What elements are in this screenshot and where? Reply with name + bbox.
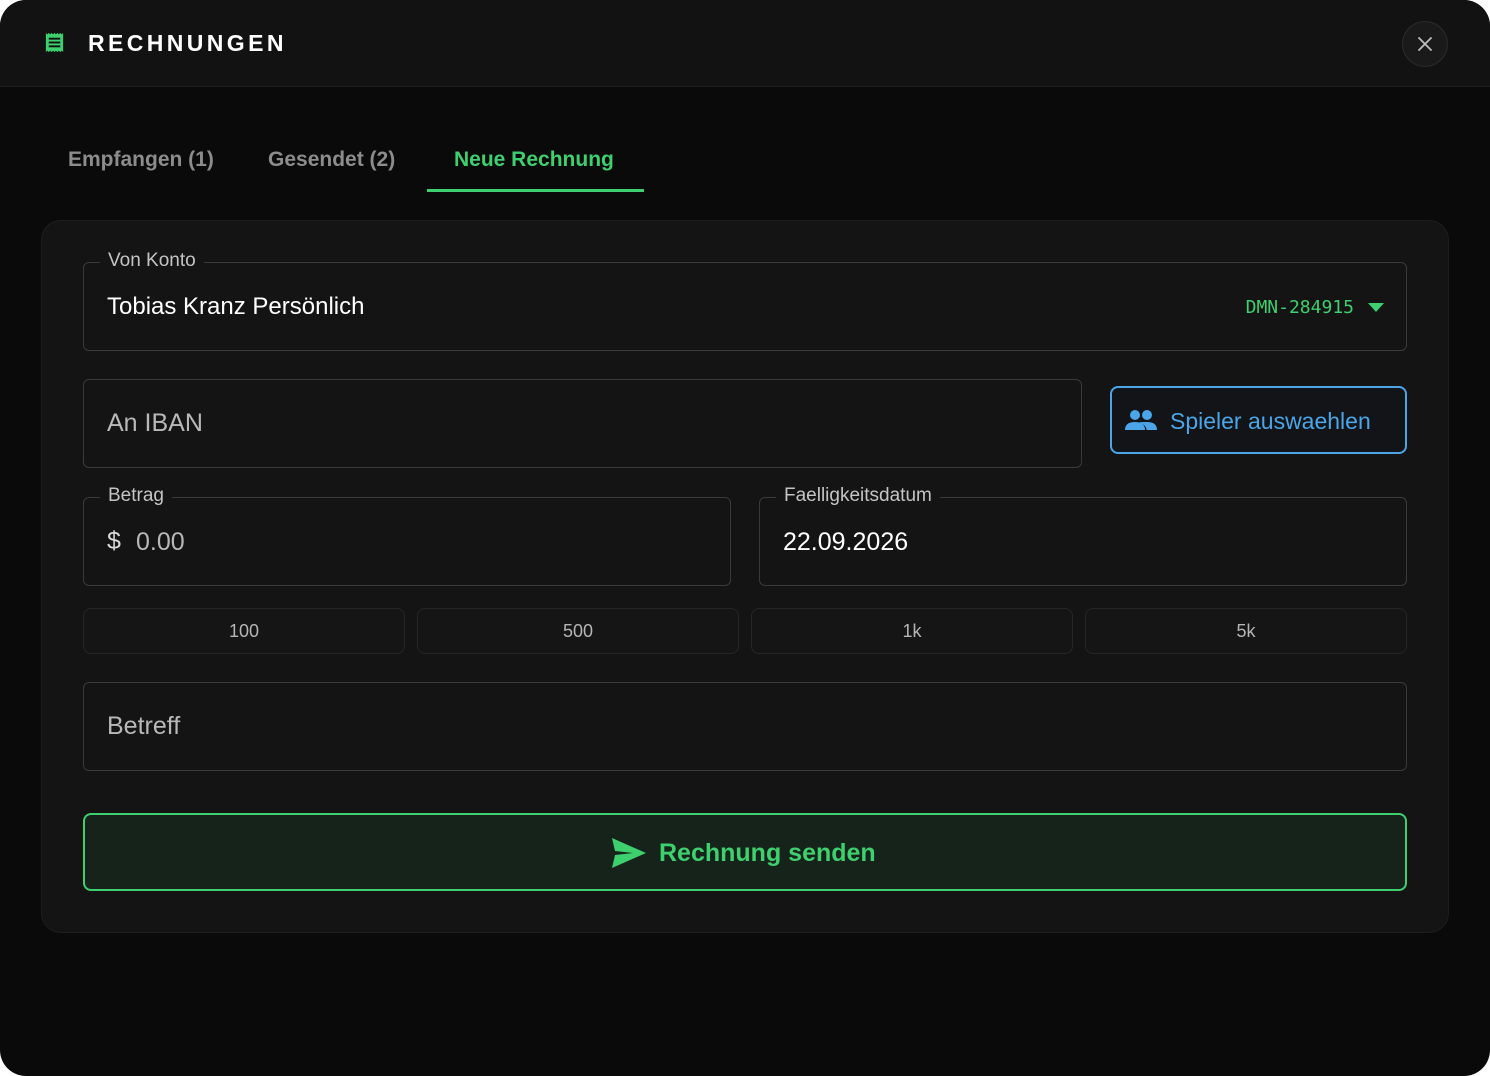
select-player-button[interactable]: Spieler auswaehlen (1110, 386, 1407, 454)
subject-placeholder: Betreff (107, 712, 181, 740)
window-title: RECHNUNGEN (88, 30, 287, 56)
send-icon (612, 838, 646, 868)
receipt-icon (45, 32, 64, 53)
currency-symbol: $ (107, 527, 121, 555)
account-name: Tobias Kranz Persönlich (107, 293, 365, 320)
tab-new-invoice[interactable]: Neue Rechnung (454, 140, 614, 180)
account-id: DMN-284915 (1245, 297, 1354, 318)
active-tab-indicator (427, 189, 644, 192)
due-date-value: 22.09.2026 (783, 528, 909, 556)
subject-input[interactable]: Betreff (83, 682, 1407, 771)
people-icon (1125, 410, 1157, 430)
due-date-input[interactable]: Faelligkeitsdatum 22.09.2026 (759, 484, 1407, 586)
account-select[interactable]: Von Konto Tobias Kranz Persönlich DMN-28… (83, 249, 1407, 351)
quick-amount-5k[interactable]: 5k (1085, 608, 1407, 654)
quick-amount-500[interactable]: 500 (417, 608, 739, 654)
chevron-down-icon (1368, 303, 1384, 312)
tab-received[interactable]: Empfangen (1) (68, 140, 214, 180)
amount-label: Betrag (100, 484, 172, 508)
title-bar: RECHNUNGEN (0, 0, 1490, 87)
close-icon (1418, 37, 1432, 51)
send-invoice-button[interactable]: Rechnung senden (83, 813, 1407, 891)
account-label: Von Konto (100, 249, 204, 273)
tab-sent[interactable]: Gesendet (2) (268, 140, 395, 180)
amount-placeholder: 0.00 (136, 528, 185, 556)
amount-input[interactable]: Betrag $ 0.00 (83, 484, 731, 586)
close-button[interactable] (1402, 21, 1448, 67)
invoice-window: RECHNUNGEN Empfangen (1) Gesendet (2) Ne… (0, 0, 1490, 1076)
quick-amount-100[interactable]: 100 (83, 608, 405, 654)
send-invoice-label: Rechnung senden (659, 839, 876, 867)
iban-input[interactable]: An IBAN (83, 379, 1082, 468)
quick-amount-1k[interactable]: 1k (751, 608, 1073, 654)
due-date-label: Faelligkeitsdatum (776, 484, 940, 508)
select-player-label: Spieler auswaehlen (1170, 408, 1371, 434)
iban-placeholder: An IBAN (107, 409, 203, 437)
